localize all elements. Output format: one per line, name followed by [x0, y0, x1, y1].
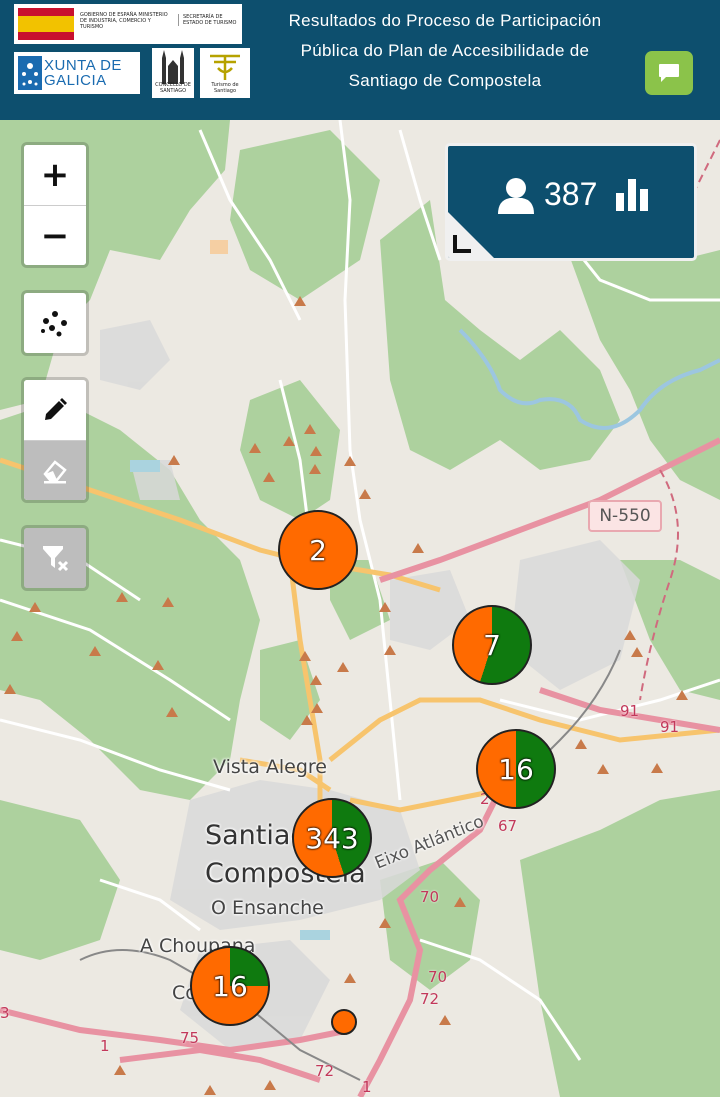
logo-turismo-text: Turismo de Santiago: [211, 82, 239, 94]
zoom-in-button[interactable]: +: [24, 145, 86, 205]
road-shield-n550-text: N-550: [599, 506, 651, 526]
marker-cluster[interactable]: 16: [476, 729, 556, 809]
resize-corner-icon[interactable]: [448, 212, 494, 258]
logo-gobierno-text: GOBIERNO DE ESPAÑA MINISTERIO DE INDUSTR…: [80, 12, 168, 30]
marker-cluster[interactable]: 2: [278, 510, 358, 590]
map[interactable]: Vista Alegre Santiago Compostela O Ensan…: [0, 120, 720, 1097]
zoom-control: + −: [21, 142, 89, 268]
chat-button[interactable]: [645, 51, 693, 95]
marker-cluster-count: 16: [498, 752, 534, 786]
road-shield-n550: N-550: [588, 500, 662, 532]
participants-count: 387: [544, 176, 598, 212]
bar-chart-icon: [616, 179, 648, 211]
header: GOBIERNO DE ESPAÑA MINISTERIO DE INDUSTR…: [0, 0, 720, 120]
clear-filter-button[interactable]: [24, 528, 86, 588]
road-label-70: 70: [420, 888, 440, 906]
marker-cluster-count: 16: [212, 969, 248, 1003]
clear-filter-control: [21, 525, 89, 591]
filter-clear-icon: [43, 546, 69, 572]
draw-button[interactable]: [24, 380, 86, 440]
road-label-72: 72: [315, 1062, 335, 1080]
road-label-1: 1: [362, 1078, 372, 1096]
road-label-75: 75: [180, 1029, 200, 1047]
marker-cluster[interactable]: 343: [292, 798, 372, 878]
road-label-67: 67: [498, 817, 518, 835]
logo-concello-santiago: CONCELLO DE SANTIAGO: [152, 48, 194, 98]
logo-xunta-text: XUNTA DE GALICIA: [44, 57, 122, 89]
road-label-72: 72: [420, 990, 440, 1008]
road-label-91: 91: [660, 718, 680, 736]
logo-concello-text: CONCELLO DE SANTIAGO: [155, 82, 191, 94]
map-marker[interactable]: [331, 1009, 357, 1035]
marker-cluster[interactable]: 7: [452, 605, 532, 685]
participants-stats-button[interactable]: 387: [445, 143, 697, 261]
map-tiles: [0, 120, 720, 1097]
draw-control: [21, 377, 89, 503]
road-label-91: 91: [620, 702, 640, 720]
logo-secretaria-text: SECRETARÍA DE ESTADO DE TURISMO: [178, 14, 238, 26]
logo-turismo-santiago: Turismo de Santiago: [200, 48, 250, 98]
road-label-70: 70: [428, 968, 448, 986]
logo-xunta-galicia: XUNTA DE GALICIA: [14, 52, 140, 94]
cluster-toggle-button[interactable]: [24, 293, 86, 353]
map-label-vista-alegre: Vista Alegre: [213, 756, 327, 778]
zoom-out-button[interactable]: −: [24, 205, 86, 265]
pencil-icon: [45, 398, 67, 420]
dots-cluster-icon: [41, 311, 67, 337]
chat-bubble-icon: [659, 64, 679, 82]
page-title: Resultados do Proceso de Participación P…: [288, 11, 602, 90]
map-label-ensanche: O Ensanche: [211, 897, 324, 919]
cathedral-icon: [162, 50, 184, 84]
marker-cluster-count: 7: [483, 628, 501, 662]
road-label-3: 3: [0, 1004, 10, 1022]
spain-flag-icon: [18, 8, 74, 40]
erase-button[interactable]: [24, 440, 86, 500]
marker-cluster[interactable]: 16: [190, 946, 270, 1026]
marker-cluster-count: 343: [305, 821, 359, 855]
user-icon: [498, 178, 534, 214]
road-label-1: 1: [100, 1037, 110, 1055]
marker-cluster-count: 2: [309, 533, 327, 567]
logo-gobierno-espana: GOBIERNO DE ESPAÑA MINISTERIO DE INDUSTR…: [14, 4, 242, 44]
eraser-icon: [43, 459, 67, 483]
cluster-toggle-control: [21, 290, 89, 356]
xunta-emblem-icon: [18, 56, 42, 90]
turismo-emblem-icon: [210, 54, 240, 80]
